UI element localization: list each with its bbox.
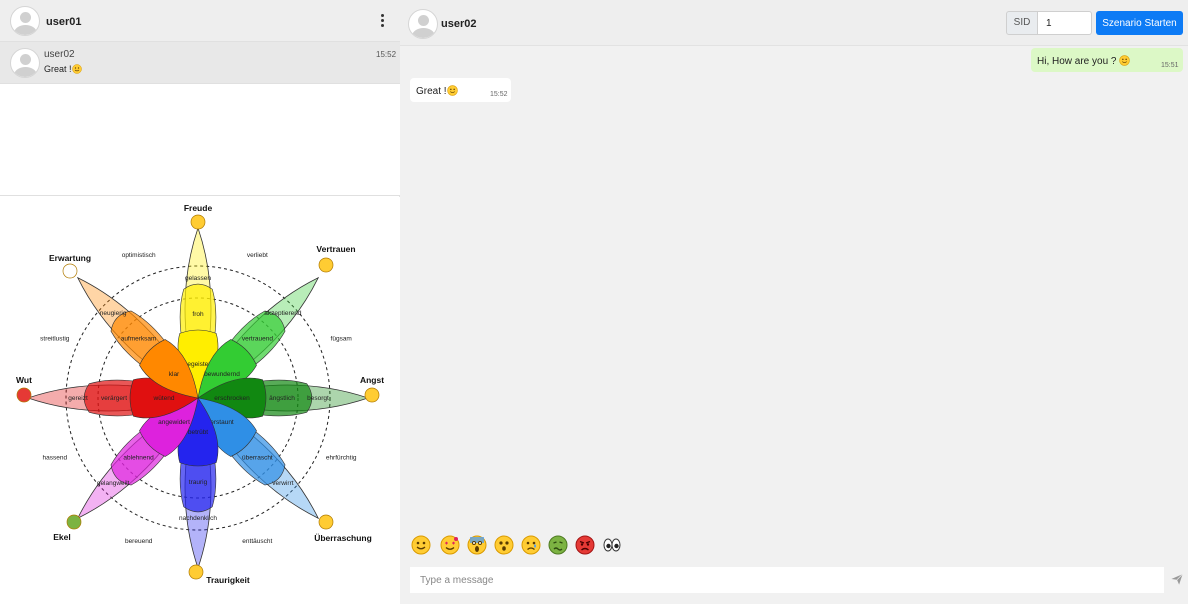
- left-header: user01: [0, 0, 400, 42]
- chat-app: user01 user02 Great ! 15:52 begeistert fr…: [0, 0, 1188, 604]
- sid-input[interactable]: [1037, 11, 1092, 35]
- combined-emotion-label: fügsam: [331, 336, 352, 343]
- contact-time: 15:52: [376, 50, 397, 59]
- emotion-wheel-image: begeistert froh gelassen bewundernd vertraue…: [0, 197, 400, 604]
- petal-outer-label: gelangweilt: [97, 480, 130, 487]
- message-text: Hi, How are you ?: [1037, 55, 1130, 67]
- combined-emotion-label: enttäuscht: [242, 538, 272, 545]
- eyes-icon[interactable]: [602, 535, 622, 555]
- more-vertical-icon[interactable]: [377, 14, 387, 28]
- emotion-wheel-svg: begeistertfrohgelassenbewunderndvertraue…: [16, 203, 384, 585]
- avatar: [10, 48, 40, 78]
- emotion-emoji-icon: [190, 214, 206, 230]
- face-with-hearts-icon[interactable]: [440, 535, 460, 555]
- smiling-face-icon: [1119, 55, 1130, 66]
- emotion-name: Angst: [360, 375, 384, 385]
- message-text: Great !: [416, 85, 458, 97]
- message-outgoing: Hi, How are you ? 15:51: [1031, 48, 1183, 72]
- message-time: 15:52: [490, 91, 508, 98]
- smiling-face-icon[interactable]: [411, 535, 431, 555]
- petal-inner-label: klar: [169, 371, 180, 378]
- composer: [410, 567, 1164, 593]
- combined-emotion-label: verliebt: [247, 252, 268, 259]
- emotion-name: Erwartung: [49, 253, 91, 263]
- emotion-emoji-icon: [318, 514, 334, 530]
- message-input[interactable]: [410, 567, 1164, 593]
- contact-list-item[interactable]: user02 Great ! 15:52: [0, 42, 400, 84]
- contact-name: user02: [44, 49, 75, 60]
- petal-outer-label: neugierig: [100, 310, 127, 317]
- avatar[interactable]: [408, 9, 438, 39]
- petal-middle-label: verärgert: [101, 395, 127, 402]
- petal-middle-label: ablehnend: [123, 454, 154, 461]
- emotion-emoji-icon: [66, 514, 82, 530]
- chat-username: user02: [441, 18, 477, 30]
- sid-label: SID: [1006, 11, 1038, 35]
- combined-emotion-label: hassend: [43, 454, 68, 461]
- chat-header: user02 SID Szenario Starten: [400, 0, 1188, 46]
- petal-outer-label: nachdenklich: [179, 515, 217, 522]
- petal-outer-label: verwirrt: [272, 480, 293, 487]
- petal-outer-label: akzeptierend: [264, 310, 302, 317]
- emotion-name: Traurigkeit: [206, 575, 250, 585]
- petal-middle-label: aufmerksam: [121, 336, 157, 343]
- message-time: 15:51: [1161, 62, 1179, 69]
- emotion-name: Vertrauen: [316, 244, 355, 254]
- send-icon[interactable]: [1170, 572, 1184, 586]
- emotion-name: Überraschung: [314, 533, 372, 543]
- petal-outer-label: gelassen: [185, 275, 211, 282]
- petal-middle-label: traurig: [189, 479, 208, 486]
- current-username: user01: [46, 16, 82, 28]
- petal-inner-label: erschrocken: [214, 395, 250, 402]
- smiling-face-icon: [71, 64, 82, 74]
- emotion-name: Freude: [184, 203, 213, 213]
- emotion-emoji-icon: [188, 564, 204, 580]
- combined-emotion-label: optimistisch: [122, 252, 156, 259]
- sad-face-icon[interactable]: [521, 535, 541, 555]
- start-scenario-button[interactable]: Szenario Starten: [1096, 11, 1183, 35]
- avatar[interactable]: [10, 6, 40, 36]
- petal-inner-label: wütend: [153, 395, 175, 402]
- combined-emotion-label: bereuend: [125, 538, 153, 545]
- emotion-emoji-icon: [364, 387, 380, 403]
- emotion-emoji-icon: [318, 257, 334, 273]
- petal-middle-label: vertrauend: [242, 336, 273, 343]
- message-incoming: Great ! 15:52: [410, 78, 511, 102]
- astonished-face-icon[interactable]: [494, 535, 514, 555]
- contact-list-empty-area: [0, 84, 400, 196]
- emotion-emoji-icon: [62, 263, 78, 279]
- combined-emotion-label: ehrfürchtig: [326, 454, 357, 461]
- petal-middle-label: ängstlich: [269, 395, 295, 402]
- petal-inner-label: angewidert: [158, 419, 190, 426]
- chat-panel: user02 SID Szenario Starten Hi, How are …: [400, 0, 1188, 604]
- petal-outer-label: gereizt: [68, 395, 88, 402]
- emotion-emoji-icon: [16, 387, 32, 403]
- contact-last-message: Great !: [44, 64, 82, 74]
- emotion-name: Wut: [16, 375, 32, 385]
- petal-middle-label: froh: [192, 311, 204, 318]
- smiling-face-icon: [446, 85, 458, 96]
- petal-inner-label: erstaunt: [210, 419, 234, 426]
- petal-inner-label: bewundernd: [204, 371, 240, 378]
- petal-outer-label: besorgt: [307, 395, 329, 402]
- screaming-face-icon[interactable]: [467, 535, 487, 555]
- petal-inner-label: betrübt: [188, 429, 208, 436]
- nauseated-face-icon[interactable]: [548, 535, 568, 555]
- combined-emotion-label: streitlustig: [40, 336, 70, 343]
- angry-face-icon[interactable]: [575, 535, 595, 555]
- petal-middle-label: überrascht: [242, 454, 273, 461]
- left-panel: user01 user02 Great ! 15:52 begeistert fr…: [0, 0, 400, 604]
- emotion-name: Ekel: [53, 532, 71, 542]
